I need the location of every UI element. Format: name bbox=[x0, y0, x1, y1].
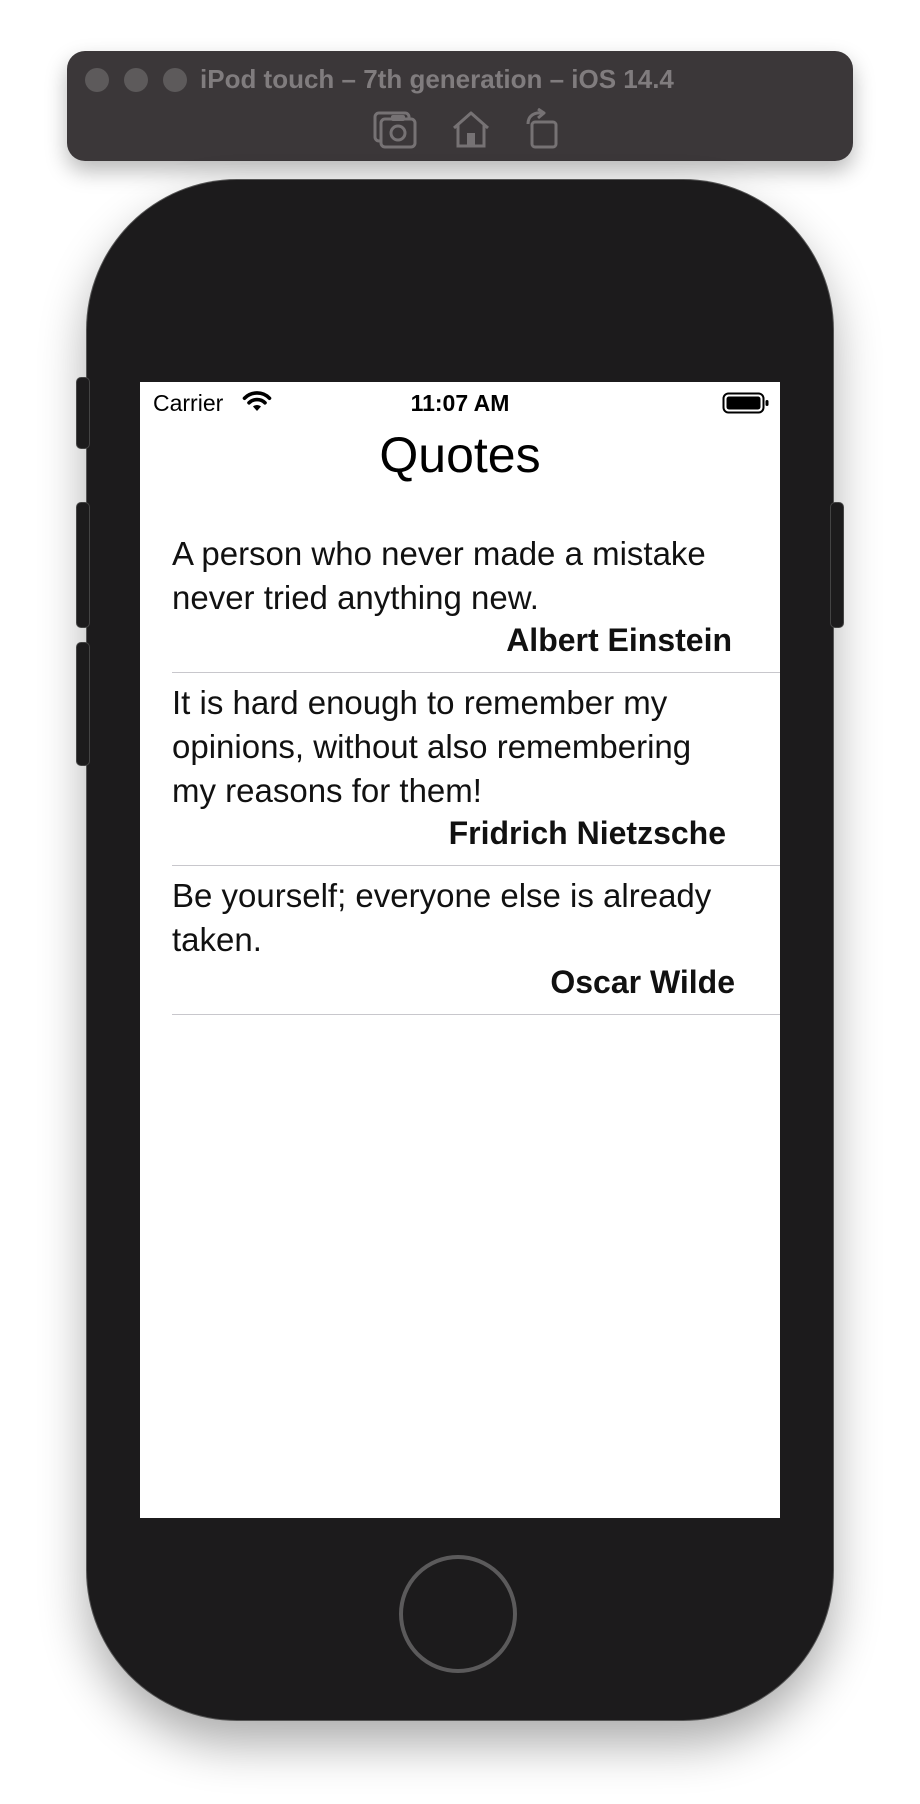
quote-text: It is hard enough to remember my opinion… bbox=[172, 684, 692, 809]
quote-row[interactable]: It is hard enough to remember my opinion… bbox=[172, 673, 780, 866]
volume-up-button[interactable] bbox=[77, 503, 89, 627]
simulator-window: iPod touch – 7th generation – iOS 14.4 C… bbox=[0, 0, 920, 1804]
mute-switch[interactable] bbox=[77, 378, 89, 448]
status-time: 11:07 AM bbox=[410, 390, 510, 416]
status-bar: Carrier 11:07 AM bbox=[140, 382, 780, 422]
rotate-icon bbox=[526, 108, 558, 149]
zoom-window-button[interactable] bbox=[163, 68, 187, 92]
quote-list: A person who never made a mistake never … bbox=[140, 524, 780, 1015]
close-window-button[interactable] bbox=[85, 68, 109, 92]
home-toolbar-button[interactable] bbox=[448, 108, 494, 150]
minimize-window-button[interactable] bbox=[124, 68, 148, 92]
screenshot-button[interactable] bbox=[372, 108, 418, 150]
quote-author: Fridrich Nietzsche bbox=[448, 815, 726, 851]
battery-full-icon bbox=[722, 392, 769, 414]
home-button[interactable] bbox=[399, 1555, 517, 1673]
simulator-title: iPod touch – 7th generation – iOS 14.4 bbox=[200, 64, 674, 94]
volume-down-button[interactable] bbox=[77, 643, 89, 765]
side-power-button[interactable] bbox=[831, 503, 843, 627]
quote-author: Oscar Wilde bbox=[550, 964, 735, 1000]
rotate-toolbar-button[interactable] bbox=[520, 108, 566, 150]
quote-author: Albert Einstein bbox=[506, 622, 732, 658]
device-screen: Carrier 11:07 AM Quotes A person who nev… bbox=[140, 382, 780, 1518]
page-title: Quotes bbox=[379, 427, 541, 483]
quote-row[interactable]: A person who never made a mistake never … bbox=[172, 524, 780, 673]
quote-row[interactable]: Be yourself; everyone else is already ta… bbox=[172, 866, 780, 1015]
quote-text: A person who never made a mistake never … bbox=[172, 535, 706, 616]
screenshot-camera-icon bbox=[373, 111, 417, 149]
home-icon bbox=[453, 111, 489, 148]
quote-text: Be yourself; everyone else is already ta… bbox=[172, 877, 712, 958]
